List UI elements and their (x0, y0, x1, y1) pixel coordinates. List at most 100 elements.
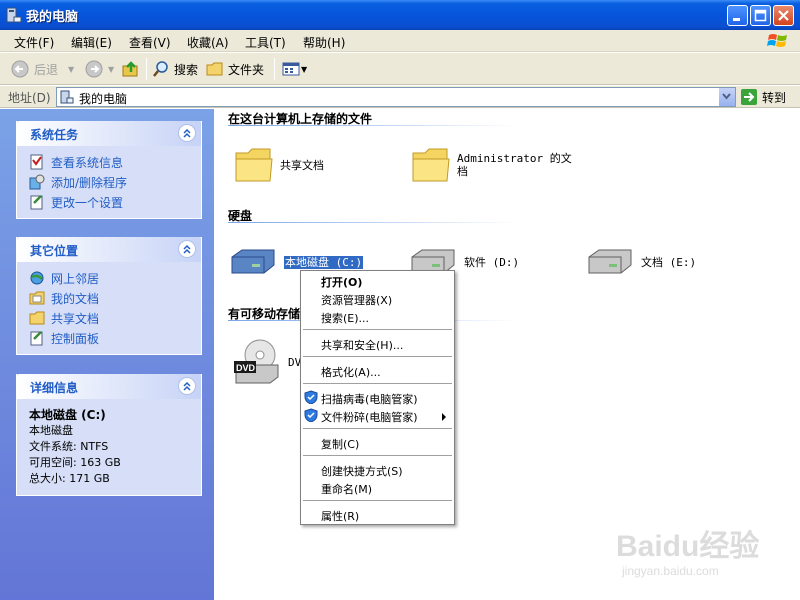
collapse-button[interactable] (178, 240, 196, 258)
administrator-documents-folder[interactable]: Administrator 的文档 (411, 145, 577, 185)
menu-sharing-security[interactable]: 共享和安全(H)... (321, 337, 403, 353)
back-arrow-icon (11, 60, 29, 78)
other-places-panel: 其它位置 网上邻居 我的文档 共享文档 控制面板 (16, 237, 202, 355)
watermark-url: jingyan.baidu.com (621, 564, 719, 578)
place-label: 我的文档 (51, 291, 100, 306)
maximize-button[interactable] (750, 5, 771, 26)
menu-explorer[interactable]: 资源管理器(X) (321, 292, 392, 308)
dvd-badge-text: DVD (236, 363, 256, 373)
forward-arrow-icon (85, 60, 103, 78)
place-my-documents[interactable]: 我的文档 (29, 288, 201, 308)
double-chevron-up-icon (183, 128, 191, 138)
menu-scan-virus[interactable]: 扫描病毒(电脑管家) (321, 391, 418, 407)
task-add-remove-programs[interactable]: 添加/删除程序 (29, 172, 201, 192)
address-dropdown-button[interactable] (718, 88, 735, 106)
search-label: 搜索 (174, 62, 199, 77)
views-button[interactable]: ▼ (282, 59, 307, 79)
details-header[interactable]: 详细信息 (17, 374, 201, 399)
double-chevron-up-icon (183, 244, 191, 254)
group-divider (228, 222, 518, 223)
up-folder-button[interactable] (122, 59, 140, 79)
folders-button[interactable]: 文件夹 (206, 59, 264, 79)
menu-separator (303, 383, 452, 384)
detail-total-size: 总大小: 171 GB (29, 472, 110, 485)
maximize-icon (754, 9, 767, 22)
menu-help[interactable]: 帮助(H) (303, 34, 345, 51)
drive-e[interactable]: 文档 (E:) (585, 247, 696, 277)
collapse-button[interactable] (178, 377, 196, 395)
task-pane: 系统任务 查看系统信息 添加/删除程序 更改一个设置 其它位置 网上邻居 我的文… (0, 109, 214, 600)
control-panel-icon (30, 331, 43, 346)
chevron-down-icon (722, 93, 731, 100)
close-button[interactable] (773, 5, 794, 26)
baidu-jingyan-watermark: Baidu经验 jingyan.baidu.com (616, 529, 759, 578)
details-panel: 详细信息 本地磁盘 (C:) 本地磁盘 文件系统: NTFS 可用空间: 163… (16, 374, 202, 496)
group-divider (228, 125, 518, 126)
system-tasks-header[interactable]: 系统任务 (17, 121, 201, 146)
menu-shred-file[interactable]: 文件粉碎(电脑管家) (321, 409, 418, 425)
menu-file[interactable]: 文件(F) (14, 34, 54, 51)
menu-separator (303, 455, 452, 456)
shared-documents-folder[interactable]: 共享文档 (234, 145, 324, 185)
minimize-icon (733, 18, 740, 21)
other-places-header[interactable]: 其它位置 (17, 237, 201, 262)
place-label: 共享文档 (51, 311, 100, 326)
toolbar-separator (146, 58, 147, 80)
search-button[interactable]: 搜索 (152, 59, 198, 79)
detail-name: 本地磁盘 (C:) (29, 408, 106, 422)
up-folder-icon (122, 61, 138, 77)
submenu-arrow-icon (442, 413, 446, 421)
task-change-setting[interactable]: 更改一个设置 (29, 192, 201, 212)
dvd-drive-icon: DVD (234, 339, 279, 384)
watermark-brand: Baidu经验 (616, 529, 759, 563)
network-places-icon (30, 271, 44, 285)
item-label: 软件 (D:) (464, 255, 520, 269)
window-title: 我的电脑 (26, 10, 79, 25)
menu-open[interactable]: 打开(O) (321, 274, 362, 290)
menu-format[interactable]: 格式化(A)... (321, 364, 381, 380)
back-label: 后退 (34, 62, 59, 77)
detail-free-space: 可用空间: 163 GB (29, 456, 121, 469)
menu-bar: 文件(F) 编辑(E) 查看(V) 收藏(A) 工具(T) 帮助(H) (0, 30, 800, 52)
menu-rename[interactable]: 重命名(M) (321, 481, 372, 497)
dvd-drive[interactable]: DVD DVD (232, 337, 308, 387)
minimize-button[interactable] (727, 5, 748, 26)
menu-edit[interactable]: 编辑(E) (71, 34, 112, 51)
task-view-system-info[interactable]: 查看系统信息 (29, 152, 201, 172)
menu-properties[interactable]: 属性(R) (321, 508, 359, 524)
hard-drive-icon (231, 249, 275, 274)
forward-button[interactable]: ▼ (84, 59, 114, 79)
context-menu: 打开(O) 资源管理器(X) 搜索(E)... 共享和安全(H)... 格式化(… (300, 270, 455, 525)
go-button[interactable]: 转到 (740, 88, 786, 106)
place-shared-documents[interactable]: 共享文档 (29, 308, 201, 328)
search-icon (153, 61, 168, 77)
menu-search[interactable]: 搜索(E)... (321, 310, 369, 326)
views-icon (282, 62, 300, 76)
folders-label: 文件夹 (228, 62, 265, 77)
collapse-button[interactable] (178, 124, 196, 142)
menu-copy[interactable]: 复制(C) (321, 436, 359, 452)
menu-tools[interactable]: 工具(T) (245, 34, 286, 51)
other-places-title: 其它位置 (30, 244, 79, 258)
address-input[interactable]: 我的电脑 (56, 87, 736, 107)
item-label: 共享文档 (280, 158, 324, 172)
menu-favorites[interactable]: 收藏(A) (187, 34, 229, 51)
task-label: 更改一个设置 (51, 195, 124, 210)
menu-create-shortcut[interactable]: 创建快捷方式(S) (321, 463, 403, 479)
place-network[interactable]: 网上邻居 (29, 268, 201, 288)
item-label: Administrator 的文档 (457, 152, 572, 178)
toolbar-separator (274, 58, 275, 80)
shield-icon (304, 390, 318, 404)
shield-icon (304, 408, 318, 422)
detail-filesystem: 文件系统: NTFS (29, 440, 109, 453)
place-control-panel[interactable]: 控制面板 (29, 328, 201, 348)
control-panel-icon (30, 195, 43, 210)
back-button[interactable]: 后退 ▼ (10, 59, 74, 79)
windows-logo-icon (767, 34, 787, 47)
menu-view[interactable]: 查看(V) (129, 34, 171, 51)
double-chevron-up-icon (183, 381, 191, 391)
system-info-icon (30, 154, 43, 170)
details-title: 详细信息 (30, 381, 79, 395)
close-icon (778, 10, 789, 21)
address-value: 我的电脑 (79, 92, 128, 106)
